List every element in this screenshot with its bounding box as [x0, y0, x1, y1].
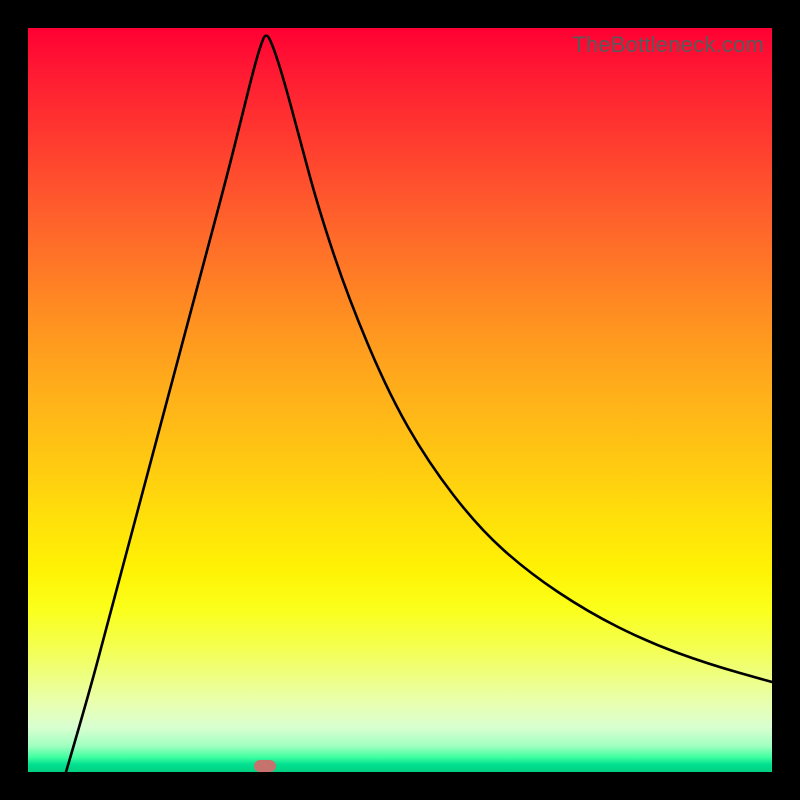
optimal-marker	[254, 760, 276, 772]
bottleneck-curve	[28, 28, 772, 772]
chart-frame: TheBottleneck.com	[0, 0, 800, 800]
plot-area: TheBottleneck.com	[28, 28, 772, 772]
